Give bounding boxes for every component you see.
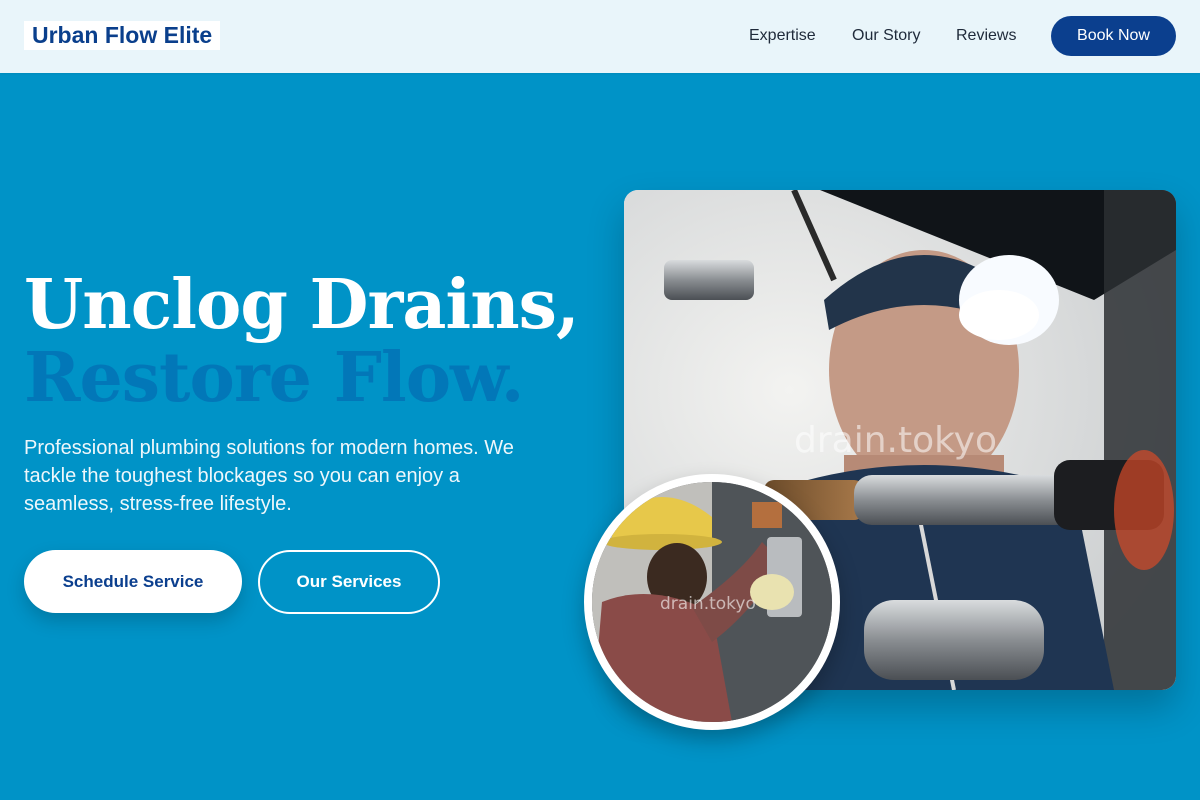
brand-logo[interactable]: Urban Flow Elite — [24, 21, 221, 50]
inset-photo-watermark: drain.tokyo — [660, 594, 756, 614]
our-services-button[interactable]: Our Services — [258, 550, 440, 614]
hero-description: Professional plumbing solutions for mode… — [24, 437, 514, 515]
hero-headline-line1: Unclog Drains, — [24, 265, 580, 345]
schedule-service-button[interactable]: Schedule Service — [24, 550, 242, 613]
hero-headline-line2: Restore Flow. — [24, 338, 524, 418]
electrician-photo: drain.tokyo — [584, 474, 840, 730]
nav-link-our-story[interactable]: Our Story — [852, 26, 920, 46]
main-photo-watermark: drain.tokyo — [794, 420, 998, 461]
nav-link-reviews[interactable]: Reviews — [956, 26, 1016, 46]
top-navbar: Urban Flow Elite Expertise Our Story Rev… — [0, 0, 1200, 73]
nav-link-expertise[interactable]: Expertise — [749, 26, 816, 46]
book-now-button[interactable]: Book Now — [1051, 16, 1176, 56]
